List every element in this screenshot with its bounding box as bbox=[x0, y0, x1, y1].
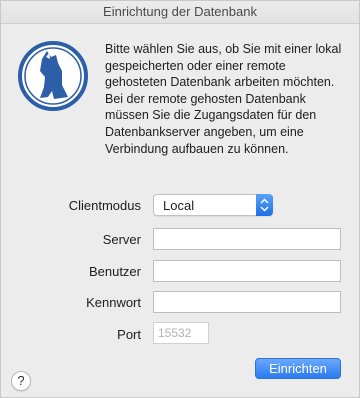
intro-text: Bitte wählen Sie aus, ob Sie mit einer l… bbox=[105, 42, 342, 156]
dog-logo-icon bbox=[18, 41, 88, 111]
setup-button[interactable]: Einrichten bbox=[255, 358, 341, 379]
server-label: Server bbox=[102, 232, 141, 247]
client-mode-label: Clientmodus bbox=[68, 198, 141, 213]
server-input[interactable] bbox=[153, 228, 341, 250]
help-icon[interactable]: ? bbox=[11, 371, 31, 391]
password-label: Kennwort bbox=[86, 295, 141, 310]
client-mode-select[interactable]: Local bbox=[153, 194, 273, 216]
user-input[interactable] bbox=[153, 260, 341, 282]
up-down-stepper-icon bbox=[256, 194, 273, 216]
password-input[interactable] bbox=[153, 291, 341, 313]
client-mode-value: Local bbox=[163, 198, 195, 213]
port-input[interactable]: 15532 bbox=[153, 322, 209, 344]
window-title: Einrichtung der Datenbank bbox=[1, 1, 359, 24]
dialog-window: Einrichtung der Datenbank Bitte wählen S… bbox=[0, 0, 360, 398]
user-label: Benutzer bbox=[88, 264, 141, 279]
port-label: Port bbox=[117, 327, 141, 342]
